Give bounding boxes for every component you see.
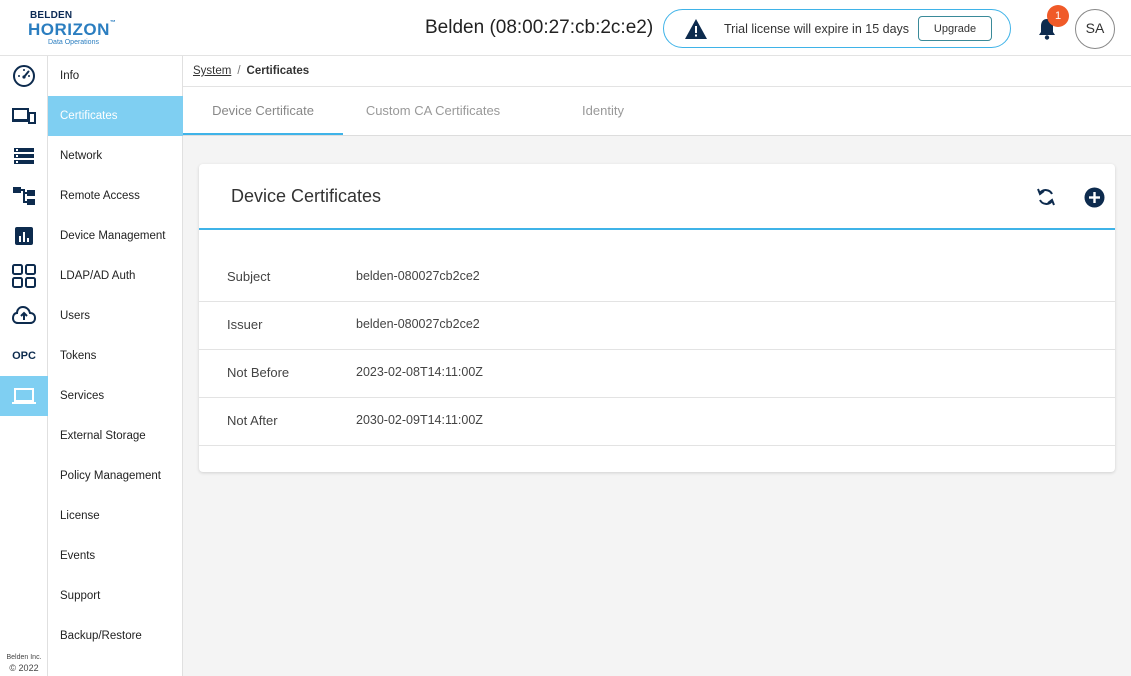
cert-value: belden-080027cb2ce2 xyxy=(356,269,480,283)
device-title: Belden (08:00:27:cb:2c:e2) xyxy=(425,17,654,38)
subnav-item-certificates[interactable]: Certificates xyxy=(48,96,183,136)
plus-circle-icon xyxy=(1084,187,1105,208)
cert-key: Issuer xyxy=(227,317,263,332)
subnav-item-network[interactable]: Network xyxy=(48,136,183,176)
subnav-item-users[interactable]: Users xyxy=(48,296,183,336)
breadcrumb-separator: / xyxy=(237,65,241,77)
subnav-item-device-management[interactable]: Device Management xyxy=(48,216,183,256)
cloud-upload-icon xyxy=(12,305,36,324)
subnav-item-info[interactable]: Info xyxy=(48,56,183,96)
cert-row-not-after: Not After 2030-02-09T14:11:00Z xyxy=(199,398,1115,446)
cert-value: 2030-02-09T14:11:00Z xyxy=(356,413,483,427)
upgrade-button[interactable]: Upgrade xyxy=(918,16,992,41)
dashboard-gauge-icon xyxy=(13,65,35,87)
rail-list[interactable] xyxy=(0,136,48,176)
hierarchy-tree-icon xyxy=(13,187,35,205)
subnav-item-ldap-ad-auth[interactable]: LDAP/AD Auth xyxy=(48,256,183,296)
belden-horizon-logo[interactable]: BELDEN HORIZON™ Data Operations xyxy=(28,10,118,48)
user-avatar[interactable]: SA xyxy=(1075,9,1115,49)
refresh-icon xyxy=(1037,188,1055,206)
subnav-item-backup-restore[interactable]: Backup/Restore xyxy=(48,616,183,656)
certificate-tabs: Device Certificate Custom CA Certificate… xyxy=(183,87,1131,136)
top-header: BELDEN HORIZON™ Data Operations Belden (… xyxy=(0,0,1131,56)
cert-value: belden-080027cb2ce2 xyxy=(356,317,480,331)
subnav-item-services[interactable]: Services xyxy=(48,376,183,416)
bar-chart-icon xyxy=(15,227,33,245)
tab-custom-ca-certificates[interactable]: Custom CA Certificates xyxy=(353,87,513,135)
subnav-item-tokens[interactable]: Tokens xyxy=(48,336,183,376)
system-subnav: Info Certificates Network Remote Access … xyxy=(48,56,183,676)
card-title: Device Certificates xyxy=(231,186,382,206)
device-certificates-card: Device Certificates Subject belden-08002… xyxy=(199,164,1115,472)
rail-analytics[interactable] xyxy=(0,216,48,256)
subnav-item-events[interactable]: Events xyxy=(48,536,183,576)
subnav-item-policy-management[interactable]: Policy Management xyxy=(48,456,183,496)
license-message: Trial license will expire in 15 days xyxy=(724,22,910,36)
tab-identity[interactable]: Identity xyxy=(523,87,683,135)
logo-line3: Data Operations xyxy=(48,39,99,46)
rail-hierarchy[interactable] xyxy=(0,176,48,216)
cert-value: 2023-02-08T14:11:00Z xyxy=(356,365,483,379)
apps-grid-icon xyxy=(12,264,36,288)
warning-icon xyxy=(685,19,707,39)
card-header: Device Certificates xyxy=(199,164,1115,230)
cert-row-not-before: Not Before 2023-02-08T14:11:00Z xyxy=(199,350,1115,398)
rail-apps[interactable] xyxy=(0,256,48,296)
subnav-item-support[interactable]: Support xyxy=(48,576,183,616)
refresh-button[interactable] xyxy=(1035,186,1057,208)
cert-key: Subject xyxy=(227,269,271,284)
laptop-system-icon xyxy=(12,388,36,404)
rail-dashboard[interactable] xyxy=(0,56,48,96)
rail-opc[interactable]: OPC xyxy=(0,336,48,376)
rail-cloud[interactable] xyxy=(0,296,48,336)
opc-text-icon: OPC xyxy=(12,350,36,362)
list-server-icon xyxy=(14,148,34,164)
subnav-item-external-storage[interactable]: External Storage xyxy=(48,416,183,456)
devices-icon xyxy=(12,108,36,124)
cert-row-subject: Subject belden-080027cb2ce2 xyxy=(199,254,1115,302)
tab-device-certificate[interactable]: Device Certificate xyxy=(183,87,343,135)
copyright: Belden Inc. © 2022 xyxy=(6,654,42,673)
rail-devices[interactable] xyxy=(0,96,48,136)
logo-line2: HORIZON™ xyxy=(28,20,117,39)
add-certificate-button[interactable] xyxy=(1084,187,1105,208)
rail-system[interactable] xyxy=(0,376,48,416)
subnav-item-license[interactable]: License xyxy=(48,496,183,536)
breadcrumb-current: Certificates xyxy=(246,65,310,77)
license-banner: Trial license will expire in 15 days Upg… xyxy=(663,9,1011,48)
subnav-item-remote-access[interactable]: Remote Access xyxy=(48,176,183,216)
cert-key: Not After xyxy=(227,413,278,428)
icon-rail: OPC Belden Inc. © 2022 xyxy=(0,56,48,676)
notification-count-badge: 1 xyxy=(1047,5,1069,27)
cert-row-issuer: Issuer belden-080027cb2ce2 xyxy=(199,302,1115,350)
breadcrumb: System / Certificates xyxy=(183,56,1131,87)
breadcrumb-system-link[interactable]: System xyxy=(193,65,231,77)
cert-key: Not Before xyxy=(227,365,290,380)
